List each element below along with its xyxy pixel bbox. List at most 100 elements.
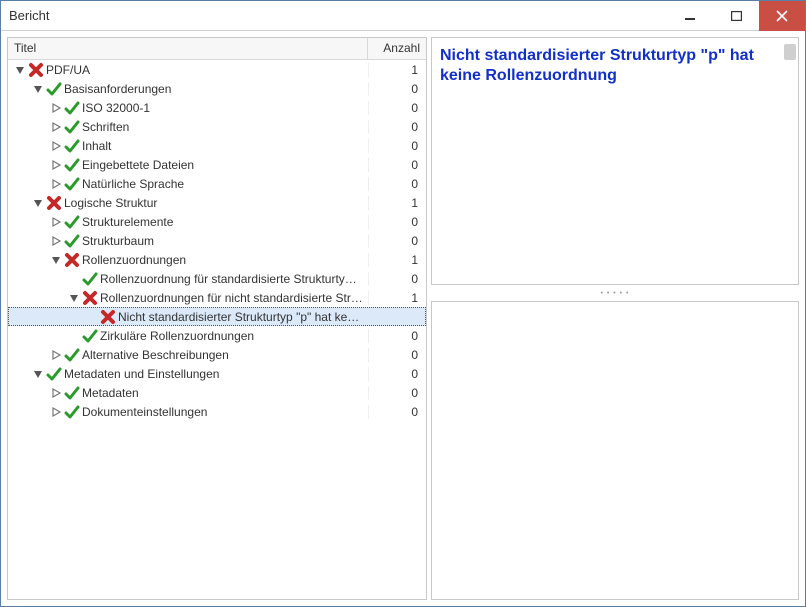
tree-row-label: Rollenzuordnungen [82,253,368,267]
checkmark-icon [46,81,62,97]
checkmark-icon [64,100,80,116]
column-header-count[interactable]: Anzahl [368,38,426,59]
tree-row[interactable]: PDF/UA1 [8,60,426,79]
tree-row-count: 0 [368,177,426,191]
close-button[interactable] [759,1,805,31]
tree-row-label: Metadaten und Einstellungen [64,367,368,381]
tree-disclosure-open-icon[interactable] [50,254,62,266]
checkmark-icon [64,404,80,420]
detail-bottom-panel [431,301,799,600]
tree-disclosure-open-icon[interactable] [68,292,80,304]
tree-row-label: Schriften [82,120,368,134]
tree-disclosure-closed-icon[interactable] [50,159,62,171]
checkmark-icon [64,214,80,230]
error-icon [46,195,62,211]
tree-disclosure-none [86,311,98,323]
tree-row-label: Dokumenteinstellungen [82,405,368,419]
minimize-button[interactable] [667,1,713,31]
detail-top-panel: Nicht standardisierter Strukturtyp "p" h… [431,37,799,285]
tree-disclosure-none [68,330,80,342]
tree-row[interactable]: ISO 32000-10 [8,98,426,117]
tree-row-count: 0 [368,82,426,96]
tree-row-count: 0 [368,348,426,362]
column-header-title[interactable]: Titel [8,38,368,59]
app-window: Bericht Titel Anzahl PDF/UA1Basisanforde… [0,0,806,607]
checkmark-icon [64,157,80,173]
tree-disclosure-closed-icon[interactable] [50,216,62,228]
detail-heading: Nicht standardisierter Strukturtyp "p" h… [440,46,780,86]
checkmark-icon [64,233,80,249]
tree-row-label: Zirkuläre Rollenzuordnungen [100,329,368,343]
tree-row-count: 0 [368,234,426,248]
tree-row-label: Rollenzuordnungen für nicht standardisie… [100,291,368,305]
tree-row-count: 0 [368,329,426,343]
tree-row[interactable]: Metadaten0 [8,383,426,402]
tree-row-label: Logische Struktur [64,196,368,210]
tree-pane: Titel Anzahl PDF/UA1Basisanforderungen0I… [7,37,427,600]
checkmark-icon [82,271,98,287]
tree-row-count: 0 [368,405,426,419]
tree-row[interactable]: Schriften0 [8,117,426,136]
tree-row[interactable]: Metadaten und Einstellungen0 [8,364,426,383]
tree-disclosure-closed-icon[interactable] [50,235,62,247]
tree-disclosure-closed-icon[interactable] [50,102,62,114]
scrollbar-thumb[interactable] [784,44,796,60]
tree-row[interactable]: Zirkuläre Rollenzuordnungen0 [8,326,426,345]
tree-row[interactable]: Logische Struktur1 [8,193,426,212]
tree-header: Titel Anzahl [8,38,426,60]
tree-row[interactable]: Strukturbaum0 [8,231,426,250]
checkmark-icon [82,328,98,344]
tree-disclosure-closed-icon[interactable] [50,178,62,190]
tree-row-label: ISO 32000-1 [82,101,368,115]
tree-row-label: Rollenzuordnung für standardisierte Stru… [100,272,368,286]
checkmark-icon [46,366,62,382]
tree-row-label: Natürliche Sprache [82,177,368,191]
tree-disclosure-closed-icon[interactable] [50,140,62,152]
detail-pane: Nicht standardisierter Strukturtyp "p" h… [431,37,799,600]
tree-disclosure-open-icon[interactable] [32,197,44,209]
tree-row[interactable]: Strukturelemente0 [8,212,426,231]
tree-disclosure-closed-icon[interactable] [50,406,62,418]
tree-row[interactable]: Inhalt0 [8,136,426,155]
tree-row[interactable]: Nicht standardisierter Strukturtyp "p" h… [8,307,426,326]
tree-row-count: 0 [368,139,426,153]
tree-row-count: 0 [368,367,426,381]
tree-body[interactable]: PDF/UA1Basisanforderungen0ISO 32000-10Sc… [8,60,426,599]
tree-disclosure-closed-icon[interactable] [50,121,62,133]
tree-row-count: 1 [368,196,426,210]
window-title: Bericht [9,8,667,23]
tree-disclosure-open-icon[interactable] [32,368,44,380]
tree-row[interactable]: Rollenzuordnungen1 [8,250,426,269]
tree-row[interactable]: Natürliche Sprache0 [8,174,426,193]
tree-row-count: 0 [368,158,426,172]
checkmark-icon [64,347,80,363]
tree-row-count: 0 [368,120,426,134]
tree-row-label: Alternative Beschreibungen [82,348,368,362]
tree-row[interactable]: Alternative Beschreibungen0 [8,345,426,364]
tree-row[interactable]: Rollenzuordnungen für nicht standardisie… [8,288,426,307]
checkmark-icon [64,176,80,192]
tree-row[interactable]: Eingebettete Dateien0 [8,155,426,174]
tree-row-count: 1 [368,291,426,305]
tree-disclosure-open-icon[interactable] [32,83,44,95]
tree-row-count: 0 [368,386,426,400]
tree-disclosure-closed-icon[interactable] [50,349,62,361]
tree-row-count: 0 [368,215,426,229]
error-icon [82,290,98,306]
tree-row-label: Metadaten [82,386,368,400]
content-area: Titel Anzahl PDF/UA1Basisanforderungen0I… [1,31,805,606]
tree-disclosure-closed-icon[interactable] [50,387,62,399]
tree-disclosure-none [68,273,80,285]
tree-disclosure-open-icon[interactable] [14,64,26,76]
tree-row[interactable]: Basisanforderungen0 [8,79,426,98]
checkmark-icon [64,119,80,135]
checkmark-icon [64,385,80,401]
tree-row[interactable]: Dokumenteinstellungen0 [8,402,426,421]
tree-row[interactable]: Rollenzuordnung für standardisierte Stru… [8,269,426,288]
tree-row-count: 1 [368,63,426,77]
horizontal-splitter[interactable]: • • • • • [431,289,799,297]
maximize-button[interactable] [713,1,759,31]
tree-row-label: Strukturbaum [82,234,368,248]
error-icon [64,252,80,268]
error-icon [100,309,116,325]
